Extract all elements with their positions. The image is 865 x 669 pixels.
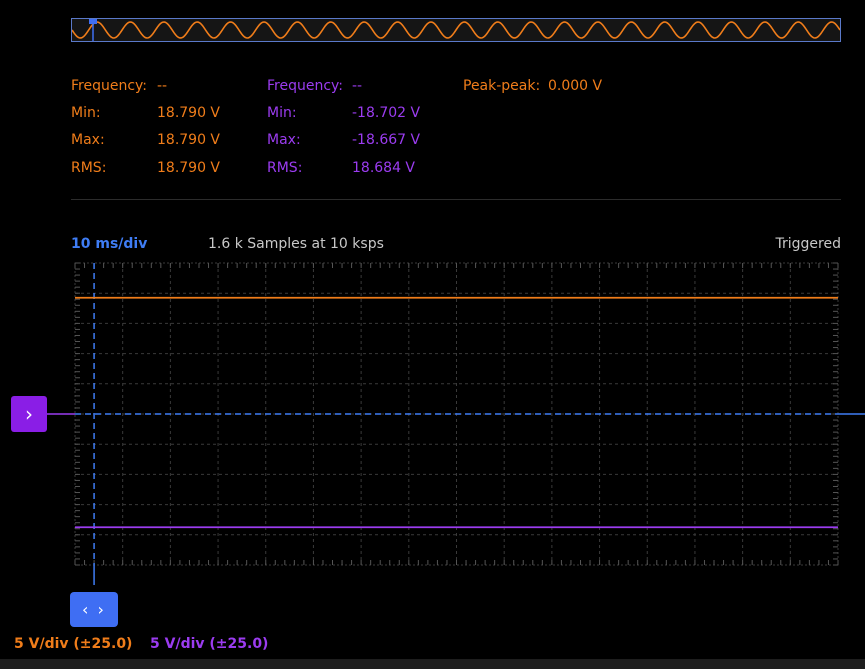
ch2-max-label: Max:: [267, 132, 301, 148]
ch1-scale-label[interactable]: 5 V/div (±25.0): [14, 636, 132, 652]
overview-waveform: [72, 19, 840, 41]
ch1-frequency-value: --: [157, 78, 168, 94]
ch2-scale-label[interactable]: 5 V/div (±25.0): [150, 636, 268, 652]
ch1-rms-value: 18.790 V: [157, 160, 221, 176]
chevron-right-icon: ›: [25, 402, 33, 426]
ch2-rms-label: RMS:: [267, 160, 303, 176]
ch2-min-value: -18.702 V: [352, 105, 421, 121]
ch2-rms-value: 18.684 V: [352, 160, 416, 176]
chevron-left-right-icon: ‹ ›: [82, 600, 106, 619]
ch1-max-value: 18.790 V: [157, 132, 221, 148]
trigger-time-marker[interactable]: ‹ ›: [70, 592, 118, 627]
samples-info: 1.6 k Samples at 10 ksps: [208, 236, 384, 252]
ch1-rms-label: RMS:: [71, 160, 107, 176]
ch1-min-label: Min:: [71, 105, 101, 121]
scope-display[interactable]: [0, 255, 865, 585]
ch2-min-label: Min:: [267, 105, 297, 121]
overview-ch1-trace: [72, 21, 840, 39]
ch2-max-value: -18.667 V: [352, 132, 421, 148]
ch1-max-label: Max:: [71, 132, 105, 148]
section-divider: [71, 199, 841, 200]
timebase-label[interactable]: 10 ms/div: [71, 236, 147, 252]
ch1-frequency-label: Frequency:: [71, 78, 148, 94]
ch1-min-value: 18.790 V: [157, 105, 221, 121]
trigger-status: Triggered: [775, 236, 841, 252]
bottom-bar: [0, 659, 865, 669]
overview-position-handle: [89, 19, 97, 24]
ch2-frequency-label: Frequency:: [267, 78, 344, 94]
channel-offset-marker[interactable]: ›: [11, 396, 47, 432]
peak-peak-value: 0.000 V: [548, 78, 603, 94]
waveform-overview[interactable]: [71, 18, 841, 42]
ch2-frequency-value: --: [352, 78, 363, 94]
peak-peak-label: Peak-peak:: [463, 78, 541, 94]
